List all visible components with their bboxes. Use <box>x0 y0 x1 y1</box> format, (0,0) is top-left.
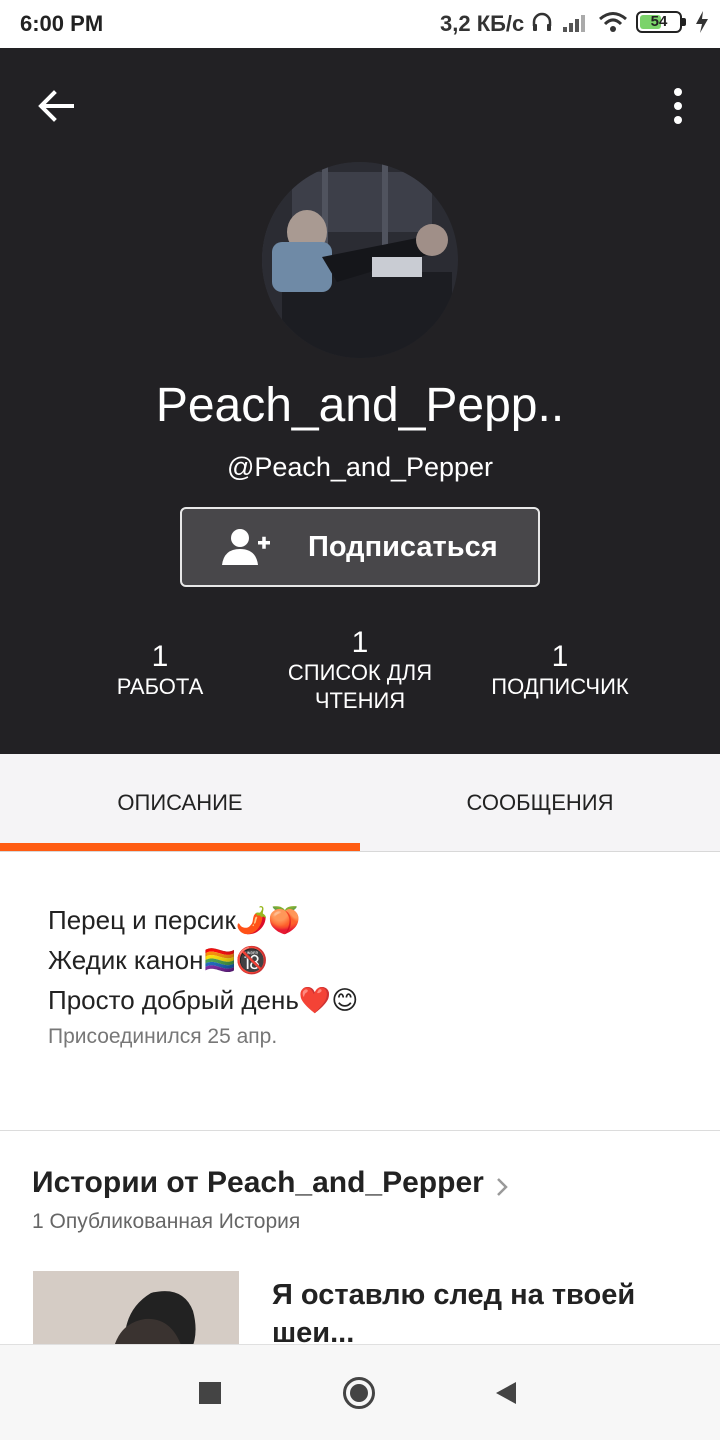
about-section: Перец и персик🌶️🍑 Жедик канон🏳️‍🌈🔞 Прост… <box>48 900 688 1054</box>
stat-followers[interactable]: 1 ПОДПИСЧИК <box>460 641 660 701</box>
more-vertical-icon <box>674 88 682 124</box>
stat-reading-label-line2: ЧТЕНИЯ <box>314 688 406 713</box>
chevron-right-icon[interactable] <box>494 1176 510 1198</box>
battery-icon: 54 <box>636 11 686 33</box>
status-bar: 6:00 PM 3,2 КБ/с 54 <box>0 0 720 48</box>
profile-tabs: ОПИСАНИЕ СООБЩЕНИЯ <box>0 754 720 852</box>
stat-works[interactable]: 1 РАБОТА <box>90 641 230 701</box>
story-cover[interactable] <box>33 1271 239 1351</box>
system-nav-bar <box>0 1344 720 1440</box>
tab-about[interactable]: ОПИСАНИЕ <box>0 754 360 852</box>
username: @Peach_and_Pepper <box>226 452 494 482</box>
follow-button[interactable]: Подписаться <box>180 507 540 587</box>
more-options-button[interactable] <box>666 84 690 128</box>
avatar-photo <box>262 162 458 358</box>
status-time: 6:00 PM <box>20 11 104 36</box>
story-title[interactable]: Я оставлю след на твоей шеи... <box>272 1276 692 1352</box>
stat-works-label: РАБОТА <box>116 674 204 699</box>
arrow-left-icon <box>38 90 74 122</box>
stat-works-count: 1 <box>151 640 169 673</box>
home-icon[interactable] <box>342 1376 376 1410</box>
stat-reading-lists[interactable]: 1 СПИСОК ДЛЯ ЧТЕНИЯ <box>270 627 450 715</box>
about-line: Просто добрый день❤️😊 <box>48 985 359 1015</box>
back-icon[interactable] <box>494 1380 518 1406</box>
joined-date: Присоединился 25 апр. <box>48 1025 278 1048</box>
headphones-icon <box>532 12 552 31</box>
follow-label: Подписаться <box>308 531 498 563</box>
stat-followers-count: 1 <box>551 640 569 673</box>
tab-messages[interactable]: СООБЩЕНИЯ <box>360 754 720 852</box>
stories-count: 1 Опубликованная История <box>32 1210 301 1233</box>
back-button[interactable] <box>34 84 78 128</box>
recent-apps-icon[interactable] <box>199 1382 221 1404</box>
charging-icon <box>696 11 708 33</box>
battery-percent: 54 <box>650 13 668 30</box>
about-line: Перец и персик🌶️🍑 <box>48 905 301 935</box>
display-name: Peach_and_Pepp.. <box>155 379 565 432</box>
stories-title[interactable]: Истории от Peach_and_Pepper <box>32 1166 484 1200</box>
stat-followers-label: ПОДПИСЧИК <box>491 674 629 699</box>
signal-icon <box>563 15 585 32</box>
section-divider <box>0 1130 720 1131</box>
status-icons: 54 <box>530 10 710 34</box>
stat-reading-label-line1: СПИСОК ДЛЯ <box>287 660 433 685</box>
avatar[interactable] <box>262 162 458 358</box>
wifi-icon <box>599 12 627 32</box>
stat-reading-count: 1 <box>351 626 369 659</box>
about-line: Жедик канон🏳️‍🌈🔞 <box>48 945 269 975</box>
profile-header: Peach_and_Pepp.. @Peach_and_Pepper Подпи… <box>0 48 720 754</box>
network-speed: 3,2 КБ/с <box>440 11 525 36</box>
active-tab-indicator <box>0 843 360 851</box>
add-user-icon <box>222 529 270 565</box>
story-cover-image <box>33 1271 239 1351</box>
